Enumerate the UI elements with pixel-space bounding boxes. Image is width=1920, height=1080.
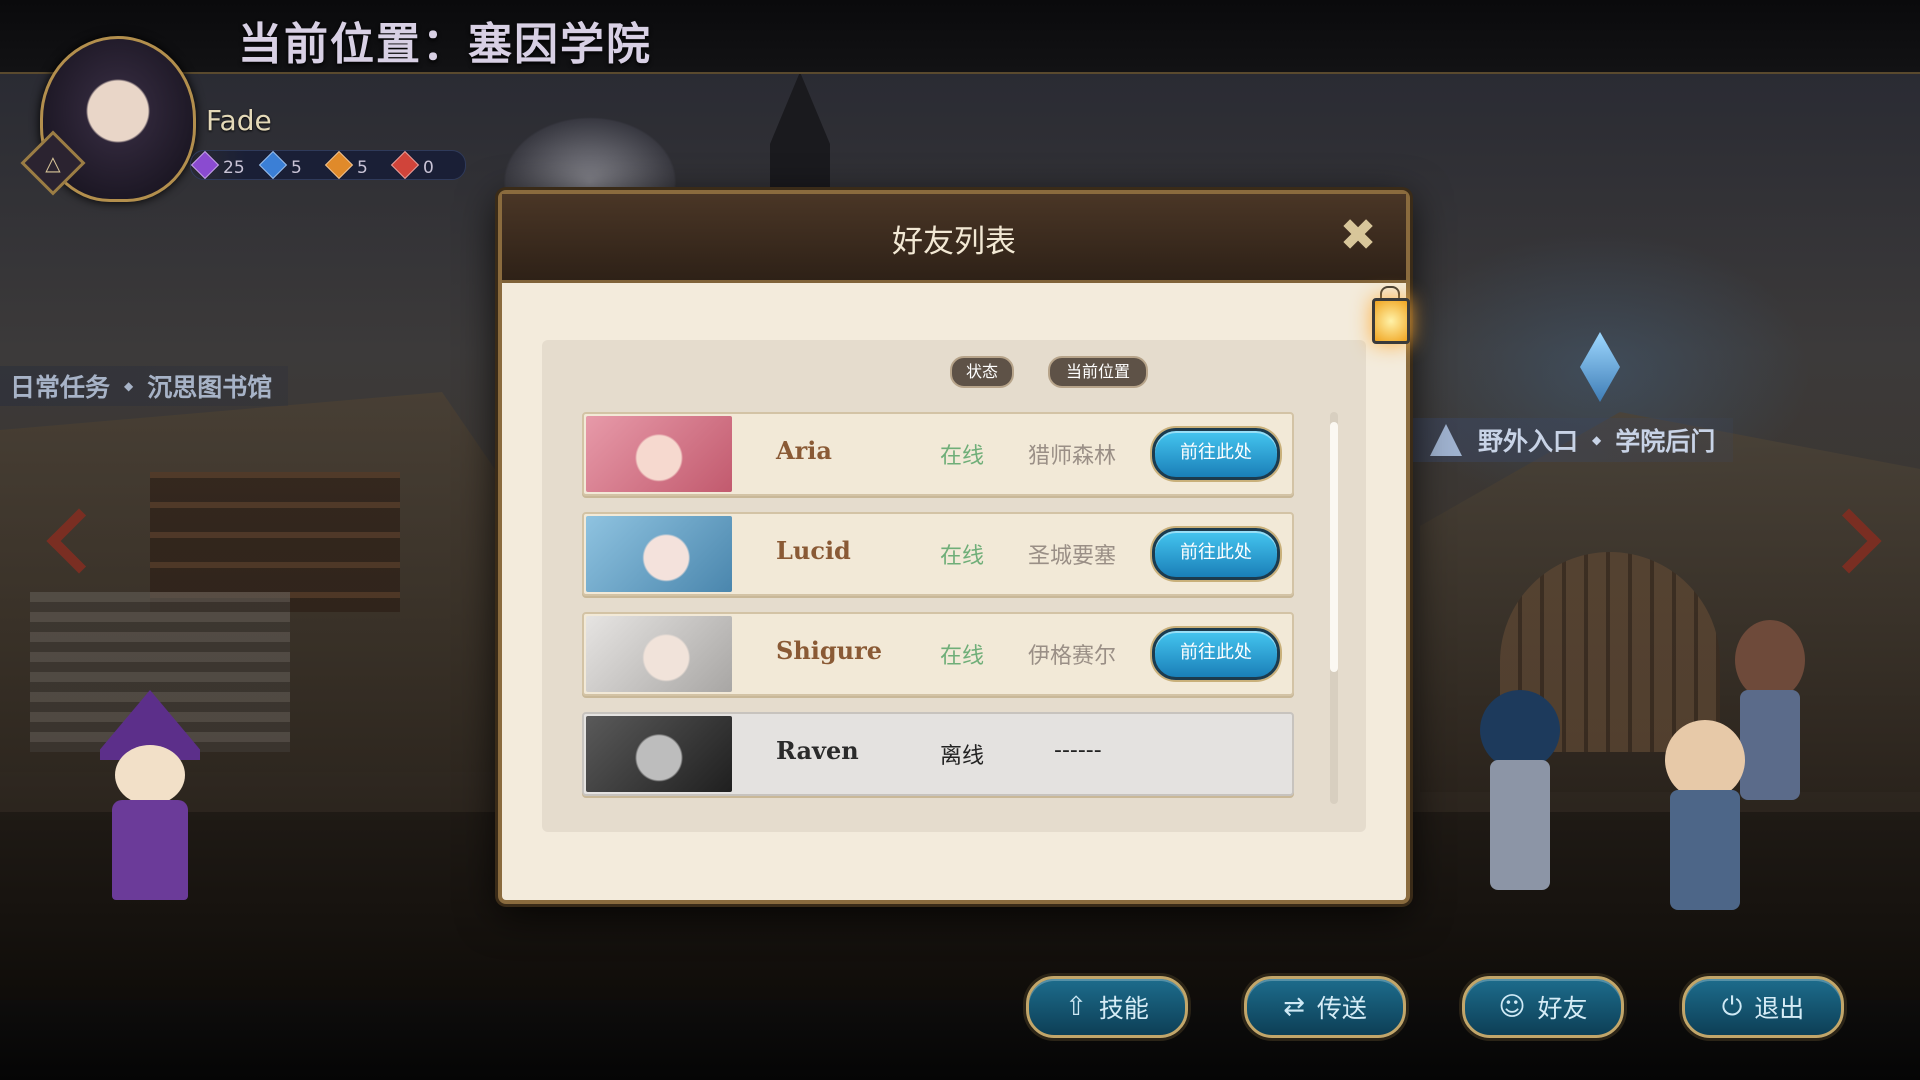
friends-button[interactable]: ☺ 好友 (1462, 976, 1624, 1038)
friend-status: 在线 (940, 444, 985, 469)
character-swordsman (1460, 690, 1580, 910)
friend-avatar (586, 416, 732, 492)
character-head (1665, 720, 1745, 800)
red-gem-icon (390, 150, 420, 180)
friend-name: Aria (776, 436, 832, 465)
column-header-location: 当前位置 (1048, 356, 1148, 388)
friend-row: Raven 离线 ------ (582, 712, 1294, 796)
bottom-bar (0, 1000, 1920, 1080)
go-there-button[interactable]: 前往此处 (1152, 528, 1280, 580)
character-knight-front (1640, 700, 1770, 920)
friend-row: Shigure 在线 伊格赛尔 前往此处 (582, 612, 1294, 696)
friend-location: 猎师森林 (1028, 444, 1117, 469)
orange-gem-icon (324, 150, 354, 180)
dialog-title: 好友列表 (892, 224, 1016, 260)
left-location-label[interactable]: 日常任务 ◆ 沉思图书馆 (0, 366, 289, 406)
arrow-up-icon: ⇧ (1065, 992, 1087, 1022)
skill-label: 技能 (1098, 994, 1149, 1023)
resource-item: 0 (390, 150, 434, 180)
character-head (1480, 690, 1560, 770)
friend-avatar (586, 616, 732, 692)
right-location-b: 学院后门 (1615, 427, 1716, 456)
bookshelves (150, 472, 400, 612)
right-location-a: 野外入口 (1478, 427, 1579, 456)
teleport-button[interactable]: ⇄ 传送 (1244, 976, 1406, 1038)
friend-name: Shigure (776, 636, 883, 665)
current-location-title: 当前位置：塞因学院 (238, 19, 652, 70)
friend-location: ------ (1054, 738, 1102, 763)
separator-dot: ◆ (1592, 433, 1602, 447)
resource-item: 5 (258, 150, 302, 180)
friend-status: 离线 (940, 744, 985, 769)
friend-row: Lucid 在线 圣城要塞 前往此处 (582, 512, 1294, 596)
character-body (1670, 790, 1740, 910)
academy-tower (770, 72, 830, 192)
resource-item: 25 (190, 150, 245, 180)
top-bar: 当前位置：塞因学院 (0, 0, 1920, 74)
resource-bar: 25 5 5 0 (190, 150, 466, 180)
friend-status: 在线 (940, 544, 985, 569)
friend-location: 伊格赛尔 (1028, 644, 1117, 669)
character-mage (90, 690, 210, 930)
friend-avatar (586, 516, 732, 592)
exit-button[interactable]: ⏻ 退出 (1682, 976, 1844, 1038)
separator-dot: ◆ (124, 379, 134, 393)
power-icon: ⏻ (1721, 991, 1743, 1022)
tree-icon (1430, 424, 1462, 456)
go-there-button[interactable]: 前往此处 (1152, 628, 1280, 680)
users-icon: ☺ (1498, 992, 1526, 1022)
crystal-icon (1580, 332, 1620, 402)
teleport-label: 传送 (1316, 994, 1367, 1023)
friends-label: 好友 (1537, 994, 1588, 1023)
friend-avatar (586, 716, 732, 792)
friend-status: 在线 (940, 644, 985, 669)
friend-row: Aria 在线 猎师森林 前往此处 (582, 412, 1294, 496)
go-there-button[interactable]: 前往此处 (1152, 428, 1280, 480)
friend-name: Raven (776, 736, 859, 765)
character-body (1490, 760, 1550, 890)
friend-name: Lucid (776, 536, 851, 565)
scrollbar-thumb[interactable] (1330, 422, 1338, 672)
swap-arrows-icon: ⇄ (1283, 992, 1305, 1022)
skill-button[interactable]: ⇧ 技能 (1026, 976, 1188, 1038)
dialog-header: 好友列表 ✖ (502, 194, 1406, 283)
exit-label: 退出 (1754, 994, 1805, 1023)
close-icon[interactable]: ✖ (1336, 214, 1380, 258)
left-location-b: 沉思图书馆 (147, 373, 273, 402)
right-location-label[interactable]: 野外入口 ◆ 学院后门 (1412, 418, 1734, 462)
scrollbar[interactable] (1330, 412, 1338, 804)
player-name: Fade (206, 104, 272, 137)
character-head (115, 745, 185, 805)
friend-location: 圣城要塞 (1028, 544, 1117, 569)
character-head (1735, 620, 1805, 700)
resource-item: 5 (324, 150, 368, 180)
friend-list-panel: 状态 当前位置 Aria 在线 猎师森林 前往此处 Lucid 在线 圣城要塞 … (542, 340, 1366, 832)
lantern-icon (1368, 286, 1410, 356)
nav-left-arrow-icon[interactable] (44, 512, 100, 568)
friend-list-dialog: 好友列表 ✖ 状态 当前位置 Aria 在线 猎师森林 前往此处 Lucid 在… (498, 190, 1410, 904)
character-body (112, 800, 188, 900)
nav-right-arrow-icon[interactable] (1822, 512, 1878, 568)
left-location-a: 日常任务 (10, 373, 111, 402)
column-header-status: 状态 (950, 356, 1014, 388)
blue-cross-gem-icon (258, 150, 288, 180)
purple-gem-icon (190, 150, 220, 180)
